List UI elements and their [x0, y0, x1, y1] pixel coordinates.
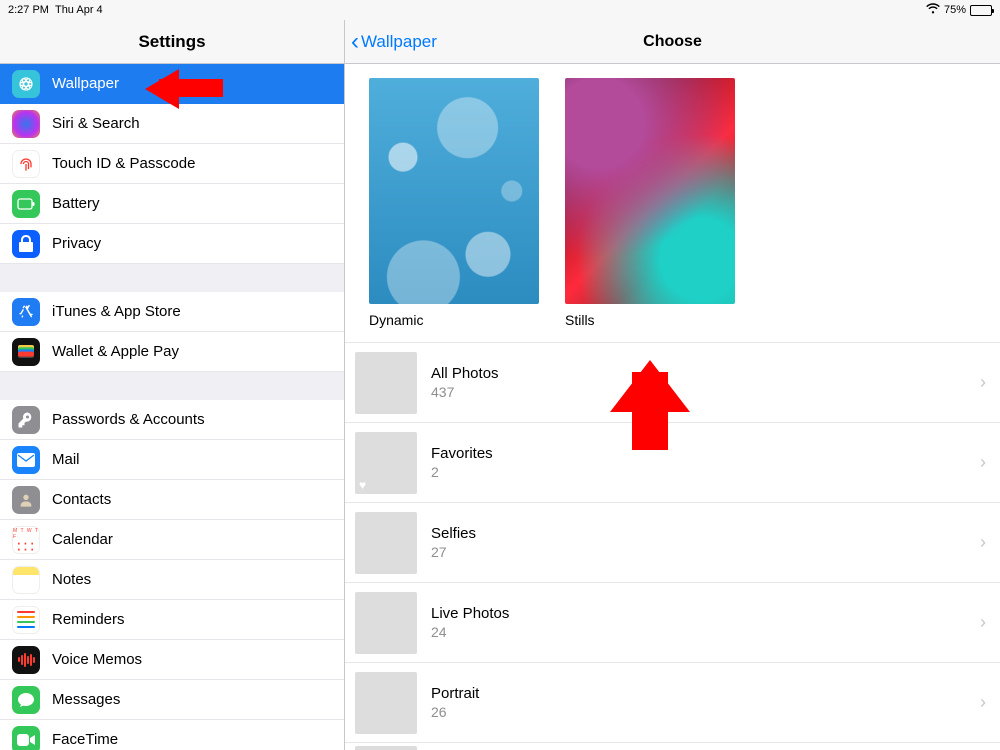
sidebar-item-itunes[interactable]: iTunes & App Store	[0, 292, 344, 332]
sidebar-item-label: Wallpaper	[52, 75, 119, 92]
privacy-icon	[12, 230, 40, 258]
choice-dynamic[interactable]: Dynamic	[369, 78, 539, 328]
album-count: 27	[431, 544, 980, 560]
album-title: Portrait	[431, 685, 980, 702]
sidebar-item-mail[interactable]: Mail	[0, 440, 344, 480]
chevron-right-icon: ›	[980, 692, 986, 713]
sidebar-item-touchid[interactable]: Touch ID & Passcode	[0, 144, 344, 184]
album-row-all-photos[interactable]: All Photos 437 ›	[345, 343, 1000, 423]
chevron-right-icon: ›	[980, 452, 986, 473]
sidebar-item-facetime[interactable]: FaceTime	[0, 720, 344, 750]
sidebar-item-messages[interactable]: Messages	[0, 680, 344, 720]
album-count: 437	[431, 384, 980, 400]
siri-icon	[12, 110, 40, 138]
sidebar-item-label: Contacts	[52, 491, 111, 508]
voicememos-icon	[12, 646, 40, 674]
sidebar-item-label: Mail	[52, 451, 80, 468]
sidebar-item-label: Siri & Search	[52, 115, 140, 132]
battery-settings-icon	[12, 190, 40, 218]
back-button[interactable]: ‹ Wallpaper	[345, 30, 437, 54]
sidebar-item-siri[interactable]: Siri & Search	[0, 104, 344, 144]
appstore-icon	[12, 298, 40, 326]
chevron-right-icon: ›	[980, 532, 986, 553]
sidebar-item-battery[interactable]: Battery	[0, 184, 344, 224]
status-bar: 2:27 PM Thu Apr 4 75%	[0, 0, 1000, 20]
sidebar-item-reminders[interactable]: Reminders	[0, 600, 344, 640]
dynamic-thumbnail	[369, 78, 539, 304]
facetime-icon	[12, 726, 40, 750]
battery-percent: 75%	[944, 4, 966, 16]
chevron-right-icon: ›	[980, 372, 986, 393]
notes-icon	[12, 566, 40, 594]
stills-thumbnail	[565, 78, 735, 304]
album-thumbnail	[355, 432, 417, 494]
album-title: Favorites	[431, 445, 980, 462]
album-title: Selfies	[431, 525, 980, 542]
choice-label: Stills	[565, 312, 735, 328]
settings-sidebar: Settings Wallpaper Siri & Search Touch I…	[0, 20, 345, 750]
reminders-icon	[12, 606, 40, 634]
album-thumbnail	[355, 352, 417, 414]
sidebar-item-wallet[interactable]: Wallet & Apple Pay	[0, 332, 344, 372]
sidebar-item-label: Passwords & Accounts	[52, 411, 205, 428]
sidebar-item-voicememos[interactable]: Voice Memos	[0, 640, 344, 680]
choice-label: Dynamic	[369, 312, 539, 328]
sidebar-item-passwords[interactable]: Passwords & Accounts	[0, 400, 344, 440]
album-thumbnail	[355, 672, 417, 734]
sidebar-item-label: Calendar	[52, 531, 113, 548]
album-row-selfies[interactable]: Selfies 27 ›	[345, 503, 1000, 583]
wallpaper-icon	[12, 70, 40, 98]
sidebar-item-calendar[interactable]: M T W T F······ Calendar	[0, 520, 344, 560]
album-thumbnail	[355, 746, 417, 750]
calendar-icon: M T W T F······	[12, 526, 40, 554]
messages-icon	[12, 686, 40, 714]
sidebar-item-contacts[interactable]: Contacts	[0, 480, 344, 520]
sidebar-item-privacy[interactable]: Privacy	[0, 224, 344, 264]
sidebar-item-label: FaceTime	[52, 731, 118, 748]
sidebar-item-label: Reminders	[52, 611, 125, 628]
wallet-icon	[12, 338, 40, 366]
wifi-icon	[926, 3, 940, 17]
sidebar-item-label: Battery	[52, 195, 100, 212]
sidebar-item-label: Touch ID & Passcode	[52, 155, 195, 172]
sidebar-title: Settings	[0, 20, 344, 64]
sidebar-item-label: iTunes & App Store	[52, 303, 181, 320]
main-panel: ‹ Wallpaper Choose Dynamic Stills	[345, 20, 1000, 750]
status-date: Thu Apr 4	[55, 4, 103, 16]
album-row-live-photos[interactable]: Live Photos 24 ›	[345, 583, 1000, 663]
mail-icon	[12, 446, 40, 474]
sidebar-item-notes[interactable]: Notes	[0, 560, 344, 600]
back-label: Wallpaper	[361, 32, 437, 52]
album-row-partial[interactable]	[345, 743, 1000, 750]
album-row-favorites[interactable]: Favorites 2 ›	[345, 423, 1000, 503]
touchid-icon	[12, 150, 40, 178]
chevron-right-icon: ›	[980, 612, 986, 633]
album-count: 2	[431, 464, 980, 480]
sidebar-item-label: Messages	[52, 691, 120, 708]
album-count: 26	[431, 704, 980, 720]
album-title: Live Photos	[431, 605, 980, 622]
album-thumbnail	[355, 512, 417, 574]
sidebar-item-label: Voice Memos	[52, 651, 142, 668]
main-header: ‹ Wallpaper Choose	[345, 20, 1000, 64]
sidebar-item-label: Notes	[52, 571, 91, 588]
status-time: 2:27 PM	[8, 4, 49, 16]
sidebar-item-label: Wallet & Apple Pay	[52, 343, 179, 360]
sidebar-item-label: Privacy	[52, 235, 101, 252]
choice-stills[interactable]: Stills	[565, 78, 735, 328]
sidebar-item-wallpaper[interactable]: Wallpaper	[0, 64, 344, 104]
album-title: All Photos	[431, 365, 980, 382]
key-icon	[12, 406, 40, 434]
album-count: 24	[431, 624, 980, 640]
page-title: Choose	[643, 33, 702, 51]
contacts-icon	[12, 486, 40, 514]
battery-icon	[970, 5, 992, 16]
album-row-portrait[interactable]: Portrait 26 ›	[345, 663, 1000, 743]
album-thumbnail	[355, 592, 417, 654]
chevron-left-icon: ‹	[351, 30, 359, 54]
